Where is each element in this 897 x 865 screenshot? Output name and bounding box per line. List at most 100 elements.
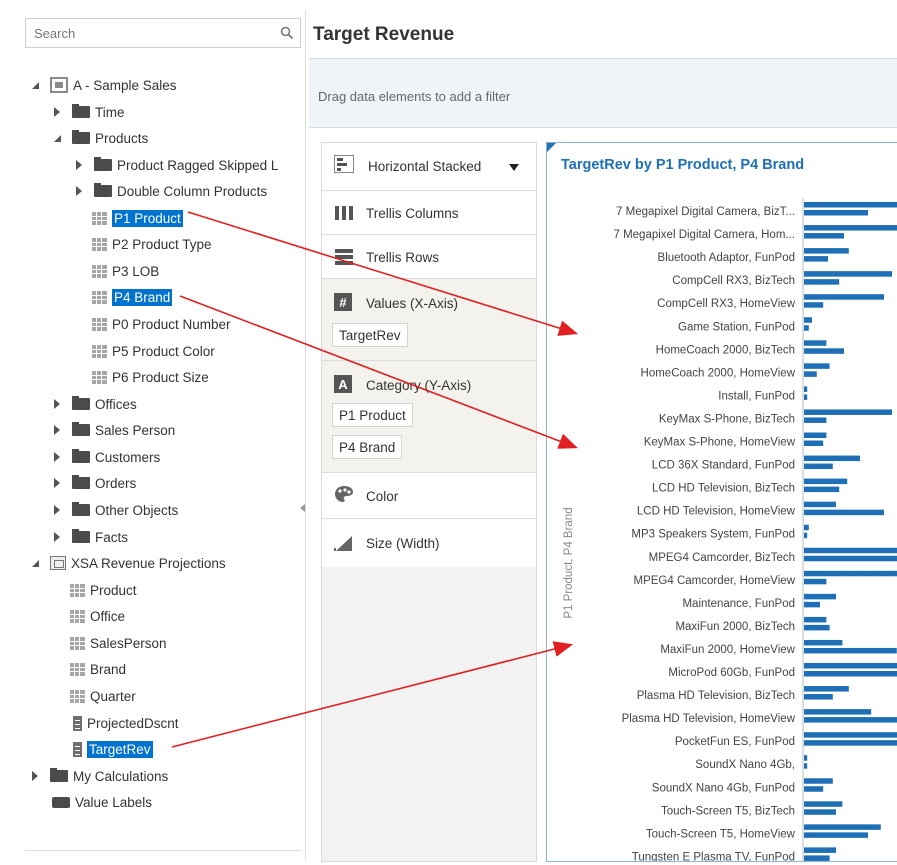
bar-segment[interactable] (804, 709, 872, 715)
tree-node-time[interactable]: Time (52, 102, 125, 122)
bar-segment[interactable] (804, 348, 844, 354)
expanded-arrow-icon[interactable] (30, 80, 40, 90)
filter-bar[interactable]: Drag data elements to add a filter (309, 58, 897, 128)
bar-segment[interactable] (804, 325, 809, 331)
collapsed-arrow-icon[interactable] (74, 160, 84, 170)
chevron-down-icon[interactable] (509, 164, 519, 171)
bar-segment[interactable] (804, 210, 868, 216)
bar-segment[interactable] (804, 740, 897, 746)
tree-node-xsa-office[interactable]: Office (70, 606, 125, 626)
tree-node-xsa-salesperson[interactable]: SalesPerson (70, 633, 167, 653)
tree-node-offices[interactable]: Offices (52, 394, 137, 414)
tree-node-p6-product-size[interactable]: P6 Product Size (92, 367, 209, 387)
bar-segment[interactable] (804, 801, 843, 807)
bar-segment[interactable] (804, 671, 897, 677)
tree-node-xsa-product[interactable]: Product (70, 580, 137, 600)
bar-segment[interactable] (804, 302, 824, 308)
expanded-arrow-icon[interactable] (30, 558, 40, 568)
bar-segment[interactable] (804, 509, 884, 516)
collapse-pane-icon[interactable] (300, 504, 305, 512)
bar-segment[interactable] (804, 455, 860, 462)
collapsed-arrow-icon[interactable] (52, 399, 62, 409)
bar-segment[interactable] (804, 809, 836, 815)
bar-segment[interactable] (804, 847, 836, 853)
tree-node-double-column[interactable]: Double Column Products (74, 181, 267, 201)
tree-node-xsa-targetrev[interactable]: TargetRev (73, 739, 153, 759)
tree-node-p0-product-number[interactable]: P0 Product Number (92, 314, 231, 334)
bar-segment[interactable] (804, 233, 844, 239)
tree-node-p3-lob[interactable]: P3 LOB (92, 261, 159, 281)
chart-type-selector[interactable]: Horizontal Stacked (322, 143, 536, 191)
collapsed-arrow-icon[interactable] (52, 505, 62, 515)
tree-node-xsa-projected[interactable]: ProjectedDscnt (73, 713, 179, 733)
bar-segment[interactable] (804, 616, 827, 623)
expanded-arrow-icon[interactable] (52, 133, 62, 143)
category-pill-p1-product[interactable]: P1 Product (332, 403, 413, 427)
bar-segment[interactable] (804, 524, 809, 531)
tree-node-other-objects[interactable]: Other Objects (52, 500, 178, 520)
bar-segment[interactable] (804, 601, 820, 608)
bar-segment[interactable] (804, 694, 833, 700)
bar-segment[interactable] (804, 647, 897, 654)
trellis-columns-zone[interactable]: Trellis Columns (322, 191, 536, 235)
collapsed-arrow-icon[interactable] (52, 532, 62, 542)
bar-segment[interactable] (804, 532, 808, 539)
bar-segment[interactable] (804, 271, 892, 277)
bar-segment[interactable] (804, 686, 849, 692)
collapsed-arrow-icon[interactable] (52, 425, 62, 435)
category-pill-p4-brand[interactable]: P4 Brand (332, 435, 403, 459)
tree-node-p5-product-color[interactable]: P5 Product Color (92, 341, 215, 361)
bar-segment[interactable] (804, 555, 897, 562)
bar-segment[interactable] (804, 317, 812, 323)
bar-segment[interactable] (804, 593, 836, 600)
color-zone[interactable]: Color (322, 473, 536, 519)
tree-node-p1-product[interactable]: P1 Product (92, 208, 183, 228)
trellis-rows-zone[interactable]: Trellis Rows (322, 235, 536, 279)
bar-segment[interactable] (804, 409, 892, 415)
category-zone[interactable]: A Category (Y-Axis) P1 Product P4 Brand (322, 361, 536, 473)
bar-segment[interactable] (804, 394, 808, 400)
bar-segment[interactable] (804, 440, 824, 447)
bar-segment[interactable] (804, 763, 808, 769)
bar-segment[interactable] (804, 824, 881, 830)
bar-segment[interactable] (804, 717, 897, 723)
bar-segment[interactable] (804, 478, 848, 485)
values-zone[interactable]: # Values (X-Axis) TargetRev (322, 279, 536, 361)
chart-canvas[interactable]: TargetRev by P1 Product, P4 Brand P1 Pro… (546, 142, 897, 862)
bar-segment[interactable] (804, 386, 808, 392)
bar-segment[interactable] (804, 578, 827, 585)
tree-node-sales-person[interactable]: Sales Person (52, 420, 175, 440)
bar-segment[interactable] (804, 279, 840, 285)
bar-segment[interactable] (804, 570, 897, 577)
tree-node-p4-brand[interactable]: P4 Brand (92, 287, 173, 307)
bar-segment[interactable] (804, 639, 843, 646)
tree-node-facts[interactable]: Facts (52, 527, 128, 547)
size-zone[interactable]: Size (Width) (322, 519, 536, 567)
collapsed-arrow-icon[interactable] (74, 186, 84, 196)
bar-segment[interactable] (804, 486, 840, 493)
tree-node-product-ragged[interactable]: Product Ragged Skipped L (74, 155, 278, 175)
bar-segment[interactable] (804, 786, 824, 792)
search-input[interactable] (26, 19, 266, 47)
page-title[interactable]: Target Revenue (313, 24, 454, 46)
bar-segment[interactable] (804, 463, 833, 470)
tree-node-products[interactable]: Products (52, 128, 148, 148)
tree-node-p2-product-type[interactable]: P2 Product Type (92, 234, 212, 254)
values-pill-targetrev[interactable]: TargetRev (332, 323, 408, 347)
tree-node-subject-area[interactable]: A - Sample Sales (30, 75, 177, 95)
bar-segment[interactable] (804, 832, 868, 838)
bar-segment[interactable] (804, 501, 836, 508)
search-icon[interactable] (280, 26, 294, 40)
bar-segment[interactable] (804, 225, 897, 231)
bar-segment[interactable] (804, 855, 830, 861)
search-box[interactable] (25, 18, 301, 48)
tree-node-xsa[interactable]: XSA Revenue Projections (30, 553, 226, 573)
tree-node-customers[interactable]: Customers (52, 447, 160, 467)
bar-segment[interactable] (804, 755, 808, 761)
bar-segment[interactable] (804, 732, 897, 738)
tree-node-orders[interactable]: Orders (52, 473, 136, 493)
tree-node-value-labels[interactable]: Value Labels (52, 792, 152, 812)
bar-segment[interactable] (804, 417, 827, 423)
bar-segment[interactable] (804, 294, 884, 300)
collapsed-arrow-icon[interactable] (52, 452, 62, 462)
